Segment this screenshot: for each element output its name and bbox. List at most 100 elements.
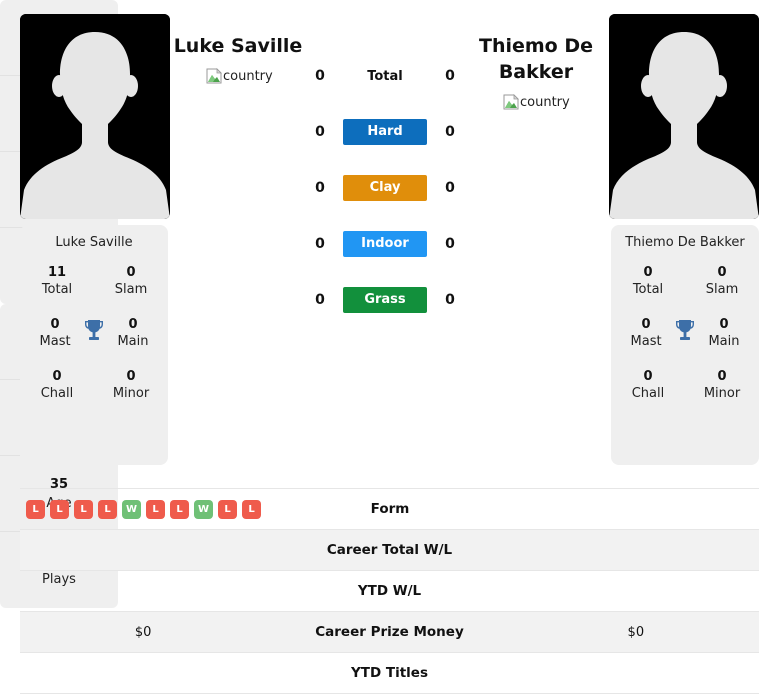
summary-player-name-left: Luke Saville xyxy=(55,235,133,250)
country-flag-left: country xyxy=(206,68,273,84)
trophy-icon-left-wrap xyxy=(80,316,108,342)
stats-row-career-prize-money: $0 Career Prize Money $0 xyxy=(20,612,759,653)
surface-total-right-value: 0 xyxy=(445,68,455,84)
titles-slam-value-right: 0 xyxy=(717,265,727,280)
player-name-left: Luke Saville xyxy=(173,35,303,57)
titles-minor-left: 0 Minor xyxy=(104,368,158,403)
titles-chall-label-right: Chall xyxy=(631,386,665,401)
titles-minor-value-left: 0 xyxy=(126,369,136,384)
titles-mast-left: 0 Mast xyxy=(30,316,80,351)
titles-main-value-right: 0 xyxy=(719,317,729,332)
titles-slam-label-left: Slam xyxy=(114,282,148,297)
broken-image-icon xyxy=(503,94,519,110)
stats-label-ytd-titles: YTD Titles xyxy=(350,665,428,681)
titles-minor-label-right: Minor xyxy=(703,386,741,401)
surface-clay-right-value: 0 xyxy=(445,180,455,196)
titles-slam-right: 0 Slam xyxy=(695,264,749,299)
surface-row-total: 0 Total 0 xyxy=(300,62,470,90)
surface-row-clay: 0 Clay 0 xyxy=(300,174,470,202)
titles-chall-label-left: Chall xyxy=(40,386,74,401)
surface-titles-column: 0 Total 0 0 Hard 0 0 Clay 0 0 Indoor 0 0… xyxy=(300,62,470,314)
form-badge-loss[interactable]: L xyxy=(242,499,261,519)
titles-total-value-left: 11 xyxy=(47,265,67,280)
titles-row-mid-right: 0 Mast 0 Main xyxy=(617,316,753,351)
titles-main-left: 0 Main xyxy=(108,316,158,351)
surface-total-label: Total xyxy=(367,68,403,84)
player-comparison-panel: Luke Saville Thiemo De Bakker country co… xyxy=(0,0,779,608)
titles-main-label-left: Main xyxy=(117,334,149,349)
surface-indoor-left-value: 0 xyxy=(315,236,325,252)
titles-mast-value-left: 0 xyxy=(50,317,60,332)
form-badges-left: LLLLWLLWLL xyxy=(26,499,261,519)
titles-mast-label-right: Mast xyxy=(630,334,662,349)
titles-main-right: 0 Main xyxy=(699,316,749,351)
titles-slam-value-left: 0 xyxy=(126,265,136,280)
stats-row-career-total-wl: Career Total W/L xyxy=(20,530,759,571)
form-badge-loss[interactable]: L xyxy=(74,499,93,519)
summary-player-name-right: Thiemo De Bakker xyxy=(625,235,745,250)
broken-image-icon xyxy=(206,68,222,84)
titles-chall-value-right: 0 xyxy=(643,369,653,384)
country-label-left: country xyxy=(223,68,273,84)
stats-label-career-prize-money: Career Prize Money xyxy=(315,624,464,640)
trophy-icon-right-wrap xyxy=(671,316,699,342)
surface-row-hard: 0 Hard 0 xyxy=(300,118,470,146)
stats-label-form: Form xyxy=(370,501,410,517)
surface-row-grass: 0 Grass 0 xyxy=(300,286,470,314)
country-label-right: country xyxy=(520,94,570,110)
titles-main-label-right: Main xyxy=(708,334,740,349)
titles-chall-left: 0 Chall xyxy=(30,368,84,403)
country-flag-right: country xyxy=(503,94,570,110)
surface-grass-right-value: 0 xyxy=(445,292,455,308)
stats-row-form: LLLLWLLWLL Form xyxy=(20,489,759,530)
titles-total-label-left: Total xyxy=(41,282,73,297)
career-prize-money-right: $0 xyxy=(627,624,645,640)
titles-summary-card-right: Thiemo De Bakker 0 Total 0 Slam 0 Mast 0… xyxy=(611,225,759,465)
titles-minor-value-right: 0 xyxy=(717,369,727,384)
titles-mast-right: 0 Mast xyxy=(621,316,671,351)
titles-mast-label-left: Mast xyxy=(39,334,71,349)
form-badge-win[interactable]: W xyxy=(122,499,141,519)
surface-total-left-value: 0 xyxy=(315,68,325,84)
stats-label-ytd-wl: YTD W/L xyxy=(357,583,422,599)
titles-row-bottom-left: 0 Chall 0 Minor xyxy=(26,368,162,403)
titles-row-bottom-right: 0 Chall 0 Minor xyxy=(617,368,753,403)
surface-grass-left-value: 0 xyxy=(315,292,325,308)
form-badge-win[interactable]: W xyxy=(194,499,213,519)
person-silhouette-icon xyxy=(20,14,170,219)
trophy-icon xyxy=(676,320,694,340)
titles-row-top-left: 11 Total 0 Slam xyxy=(26,264,162,299)
form-badge-loss[interactable]: L xyxy=(218,499,237,519)
form-cell-left: LLLLWLLWLL xyxy=(20,499,267,519)
form-badge-loss[interactable]: L xyxy=(26,499,45,519)
surface-hard-left-value: 0 xyxy=(315,124,325,140)
titles-slam-label-right: Slam xyxy=(705,282,739,297)
titles-total-value-right: 0 xyxy=(643,265,653,280)
form-badge-loss[interactable]: L xyxy=(98,499,117,519)
titles-main-value-left: 0 xyxy=(128,317,138,332)
player-name-right: Thiemo De Bakker xyxy=(478,35,593,83)
titles-row-mid-left: 0 Mast 0 Main xyxy=(26,316,162,351)
surface-badge-grass: Grass xyxy=(343,287,427,313)
titles-summary-card-left: Luke Saville 11 Total 0 Slam 0 Mast 0 Ma… xyxy=(20,225,168,465)
form-badge-loss[interactable]: L xyxy=(146,499,165,519)
surface-indoor-right-value: 0 xyxy=(445,236,455,252)
surface-hard-right-value: 0 xyxy=(445,124,455,140)
form-badge-loss[interactable]: L xyxy=(50,499,69,519)
surface-row-indoor: 0 Indoor 0 xyxy=(300,230,470,258)
person-silhouette-icon xyxy=(609,14,759,219)
titles-slam-left: 0 Slam xyxy=(104,264,158,299)
titles-chall-value-left: 0 xyxy=(52,369,62,384)
stats-row-ytd-titles: YTD Titles xyxy=(20,653,759,694)
titles-row-top-right: 0 Total 0 Slam xyxy=(617,264,753,299)
titles-total-left: 11 Total xyxy=(30,264,84,299)
surface-clay-left-value: 0 xyxy=(315,180,325,196)
surface-badge-indoor: Indoor xyxy=(343,231,427,257)
titles-chall-right: 0 Chall xyxy=(621,368,675,403)
stats-row-ytd-wl: YTD W/L xyxy=(20,571,759,612)
titles-total-right: 0 Total xyxy=(621,264,675,299)
comparison-stats-table: LLLLWLLWLL Form Career Total W/L YTD W/L… xyxy=(20,488,759,694)
trophy-icon xyxy=(85,320,103,340)
form-badge-loss[interactable]: L xyxy=(170,499,189,519)
titles-total-label-right: Total xyxy=(632,282,664,297)
